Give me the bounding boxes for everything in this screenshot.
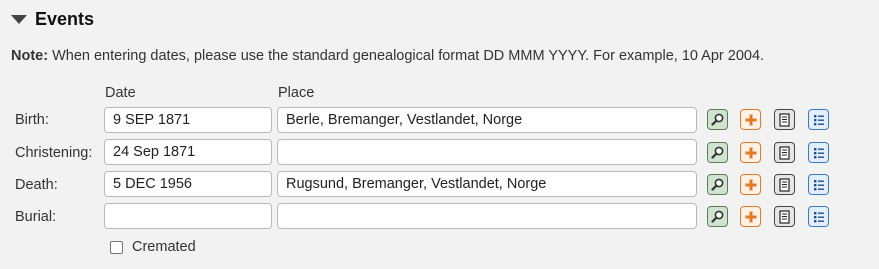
- event-label-burial: Burial:: [15, 209, 57, 225]
- date-column-header: Date: [105, 85, 136, 101]
- birth-date-input[interactable]: [104, 107, 272, 133]
- cremated-option[interactable]: Cremated: [110, 239, 196, 255]
- collapse-triangle-icon[interactable]: [11, 15, 27, 24]
- death-source-button[interactable]: [774, 174, 795, 195]
- death-add-place-button[interactable]: [740, 174, 761, 195]
- birth-place-input[interactable]: [277, 107, 697, 133]
- birth-notes-button[interactable]: [808, 109, 829, 130]
- list-icon: [813, 114, 824, 125]
- burial-notes-button[interactable]: [808, 206, 829, 227]
- section-title: Events: [35, 9, 95, 29]
- burial-date-input[interactable]: [104, 203, 272, 229]
- place-column-header: Place: [278, 85, 315, 101]
- event-label-christening: Christening:: [15, 145, 93, 161]
- document-icon: [779, 209, 790, 224]
- christening-date-input[interactable]: [104, 139, 272, 165]
- birth-source-button[interactable]: [774, 109, 795, 130]
- magnifier-icon: [711, 146, 724, 159]
- christening-notes-button[interactable]: [808, 142, 829, 163]
- burial-search-place-button[interactable]: [707, 206, 728, 227]
- event-label-death: Death:: [15, 177, 58, 193]
- death-place-input[interactable]: [277, 171, 697, 197]
- document-icon: [779, 112, 790, 127]
- christening-source-button[interactable]: [774, 142, 795, 163]
- magnifier-icon: [711, 113, 724, 126]
- christening-add-place-button[interactable]: [740, 142, 761, 163]
- death-search-place-button[interactable]: [707, 174, 728, 195]
- burial-source-button[interactable]: [774, 206, 795, 227]
- document-icon: [779, 177, 790, 192]
- cremated-checkbox[interactable]: [110, 240, 123, 254]
- events-section-header[interactable]: Events: [11, 9, 94, 30]
- death-notes-button[interactable]: [808, 174, 829, 195]
- birth-add-place-button[interactable]: [740, 109, 761, 130]
- list-icon: [813, 211, 824, 222]
- date-format-note: Note: When entering dates, please use th…: [11, 48, 764, 64]
- death-date-input[interactable]: [104, 171, 272, 197]
- christening-place-input[interactable]: [277, 139, 697, 165]
- plus-icon: [745, 114, 756, 125]
- document-icon: [779, 145, 790, 160]
- plus-icon: [745, 179, 756, 190]
- note-text: When entering dates, please use the stan…: [48, 48, 765, 64]
- list-icon: [813, 179, 824, 190]
- birth-search-place-button[interactable]: [707, 109, 728, 130]
- burial-add-place-button[interactable]: [740, 206, 761, 227]
- magnifier-icon: [711, 210, 724, 223]
- plus-icon: [745, 211, 756, 222]
- list-icon: [813, 147, 824, 158]
- burial-place-input[interactable]: [277, 203, 697, 229]
- event-label-birth: Birth:: [15, 112, 49, 128]
- magnifier-icon: [711, 178, 724, 191]
- cremated-label: Cremated: [132, 239, 196, 255]
- christening-search-place-button[interactable]: [707, 142, 728, 163]
- note-label: Note:: [11, 48, 49, 64]
- plus-icon: [745, 147, 756, 158]
